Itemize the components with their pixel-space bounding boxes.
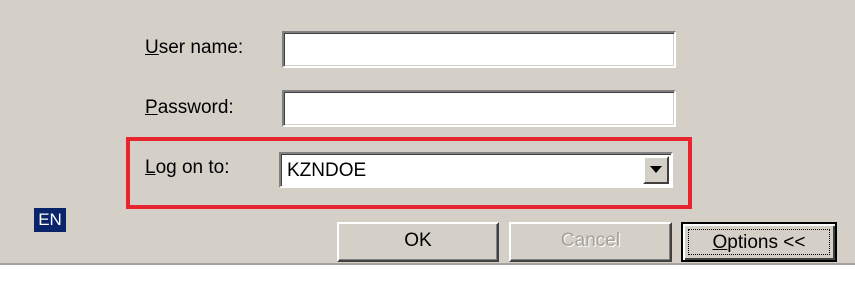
username-input[interactable]: [282, 31, 676, 68]
options-focus-rect: Options <<: [688, 229, 830, 255]
password-label: Password:: [145, 97, 234, 118]
chevron-down-icon: [650, 166, 662, 173]
logon-to-dropdown[interactable]: KZNDOE: [279, 152, 673, 188]
logon-dialog: User name: Password: Log on to: KZNDOE E…: [0, 0, 855, 265]
options-button[interactable]: Options <<: [681, 222, 837, 262]
cancel-button[interactable]: Cancel: [509, 222, 672, 262]
logon-to-label: Log on to:: [145, 157, 230, 178]
logon-to-value: KZNDOE: [287, 160, 367, 181]
dropdown-button[interactable]: [643, 156, 669, 184]
ok-button[interactable]: OK: [337, 222, 499, 262]
password-input[interactable]: [282, 90, 676, 127]
username-label: User name:: [145, 37, 244, 58]
language-indicator[interactable]: EN: [34, 208, 66, 232]
